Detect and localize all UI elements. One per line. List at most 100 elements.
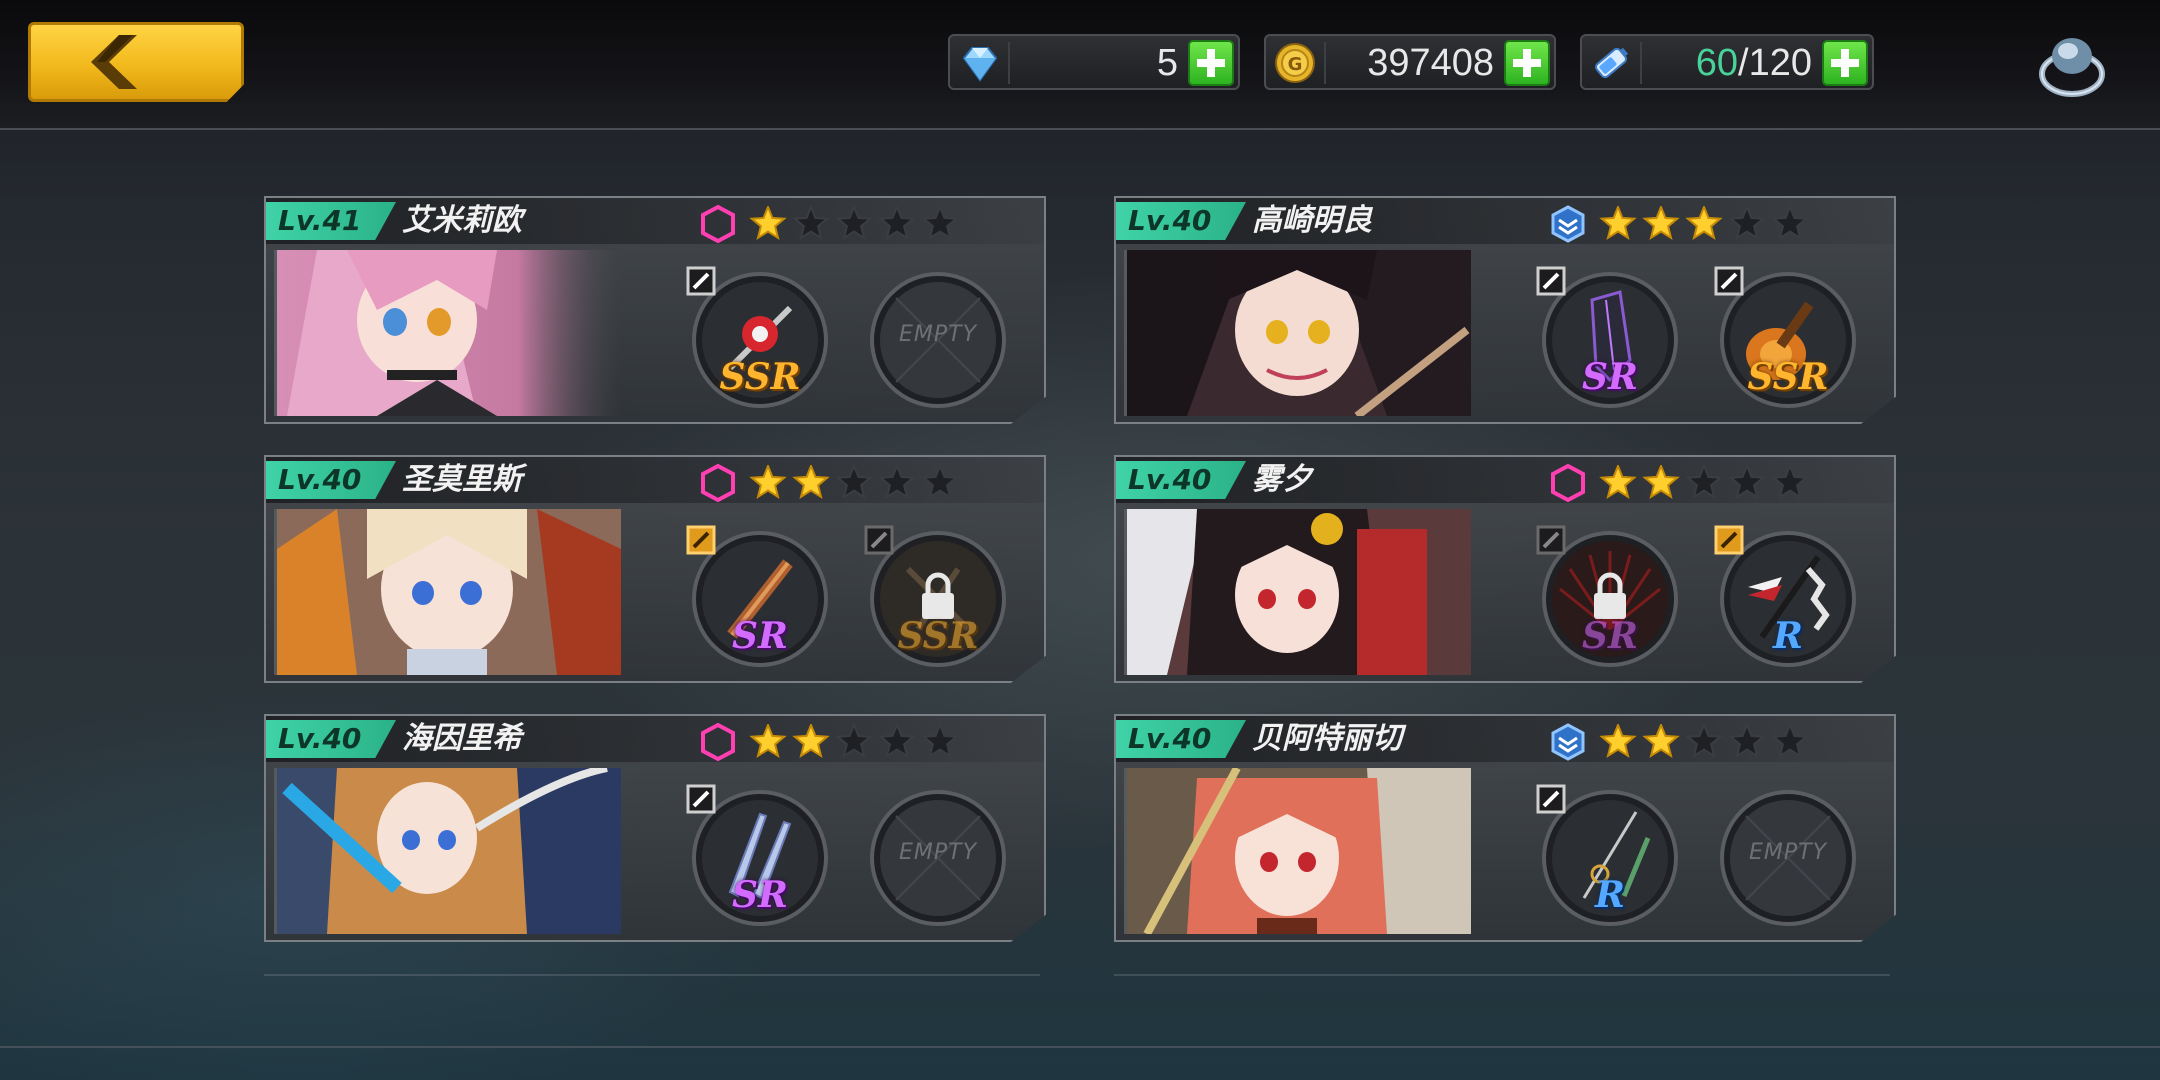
edit-tag-icon [686,784,716,814]
top-bar: 5 G 397408 60/120 [0,0,2160,130]
svg-text:G: G [1288,54,1303,75]
star-rating [749,465,959,499]
level-badge: Lv.40 [266,720,396,758]
ring-menu-icon[interactable] [2032,26,2112,106]
character-card[interactable]: Lv.40 高崎明良 SR SSR [1114,196,1896,424]
equipment-slot[interactable]: SR [1536,266,1680,410]
character-portrait [1124,768,1471,934]
gems-counter: 5 [948,34,1240,90]
star-rating [1599,206,1809,240]
equipment-slot-locked[interactable]: SSR [864,525,1008,669]
empty-label: EMPTY [898,840,978,865]
rarity-label: R [1595,874,1625,916]
character-portrait [274,509,621,675]
star-filled-icon [1642,465,1680,499]
star-empty-icon [878,724,916,758]
separator [1640,42,1642,84]
diamond-icon [962,47,998,82]
star-empty-icon [1771,465,1809,499]
blue-layers-icon [1551,205,1585,243]
character-card[interactable]: Lv.41 艾米莉欧 SSR EMPTY [264,196,1046,424]
pink-hexagon-icon [1551,463,1585,503]
back-arrow-icon [91,35,137,89]
star-filled-icon [792,724,830,758]
star-rating [749,724,959,758]
add-gems-button[interactable] [1188,40,1234,86]
equipment-slot-locked[interactable]: SR [1536,525,1680,669]
equipment-slot[interactable]: SR [686,525,830,669]
divider [264,974,1040,976]
character-portrait [274,250,621,416]
star-filled-icon [1599,724,1637,758]
star-rating [1599,724,1809,758]
star-empty-icon [921,465,959,499]
stamina-counter: 60/120 [1580,34,1874,90]
edit-tag-icon [686,525,716,555]
character-portrait [274,768,621,934]
star-rating [749,206,959,240]
rarity-label: SSR [1747,356,1829,398]
equipment-slot-empty[interactable]: EMPTY [868,788,1008,928]
bottom-divider [0,1046,2160,1048]
equipment-slot[interactable]: SSR [686,266,830,410]
character-name: 高崎明良 [1252,203,1372,238]
rarity-label: SR [1582,356,1638,398]
edit-tag-icon [1536,784,1566,814]
star-empty-icon [1728,465,1766,499]
equipment-slot[interactable]: R [1714,525,1858,669]
star-empty-icon [1771,206,1809,240]
rarity-label: R [1773,615,1803,657]
stamina-max: /120 [1738,42,1812,84]
equipment-slot-empty[interactable]: EMPTY [868,270,1008,410]
separator [1324,42,1326,84]
equipment-slot-empty[interactable]: EMPTY [1718,788,1858,928]
character-portrait [1124,250,1471,416]
star-empty-icon [1685,724,1723,758]
equipment-slot[interactable]: SSR [1714,266,1858,410]
star-empty-icon [1685,465,1723,499]
gold-value: 397408 [1367,42,1494,84]
star-filled-icon [1599,465,1637,499]
pink-hexagon-icon [701,204,735,244]
gold-counter: G 397408 [1264,34,1556,90]
level-badge: Lv.41 [266,202,396,240]
edit-tag-icon [1714,266,1744,296]
energy-battery-icon [1595,47,1629,79]
level-badge: Lv.40 [1116,720,1246,758]
star-filled-icon [1685,206,1723,240]
star-filled-icon [1642,724,1680,758]
star-empty-icon [792,206,830,240]
character-name: 艾米莉欧 [402,203,522,238]
edit-tag-icon [864,525,894,555]
star-empty-icon [921,724,959,758]
add-gold-button[interactable] [1504,40,1550,86]
equipment-slot[interactable]: SR [686,784,830,928]
rarity-label: SR [732,615,788,657]
character-card[interactable]: Lv.40 雾夕 SR R [1114,455,1896,683]
star-empty-icon [835,465,873,499]
star-filled-icon [749,206,787,240]
edit-tag-icon [1536,266,1566,296]
level-badge: Lv.40 [1116,461,1246,499]
star-filled-icon [749,465,787,499]
back-button[interactable] [28,22,244,102]
level-badge: Lv.40 [1116,202,1246,240]
edit-tag-icon [1536,525,1566,555]
stamina-value: 60/120 [1696,41,1812,85]
character-card[interactable]: Lv.40 海因里希 SR EMPTY [264,714,1046,942]
star-empty-icon [878,206,916,240]
edit-tag-icon [686,266,716,296]
rarity-label: SSR [897,615,979,657]
star-filled-icon [749,724,787,758]
star-empty-icon [1728,206,1766,240]
character-card[interactable]: Lv.40 贝阿特丽切 R EMPTY [1114,714,1896,942]
star-rating [1599,465,1809,499]
star-empty-icon [878,465,916,499]
character-name: 雾夕 [1252,462,1312,497]
empty-label: EMPTY [898,322,978,347]
equipment-slot[interactable]: R [1536,784,1680,928]
character-card[interactable]: Lv.40 圣莫里斯 SR SSR [264,455,1046,683]
edit-tag-icon [1714,525,1744,555]
add-stamina-button[interactable] [1822,40,1868,86]
star-empty-icon [1728,724,1766,758]
